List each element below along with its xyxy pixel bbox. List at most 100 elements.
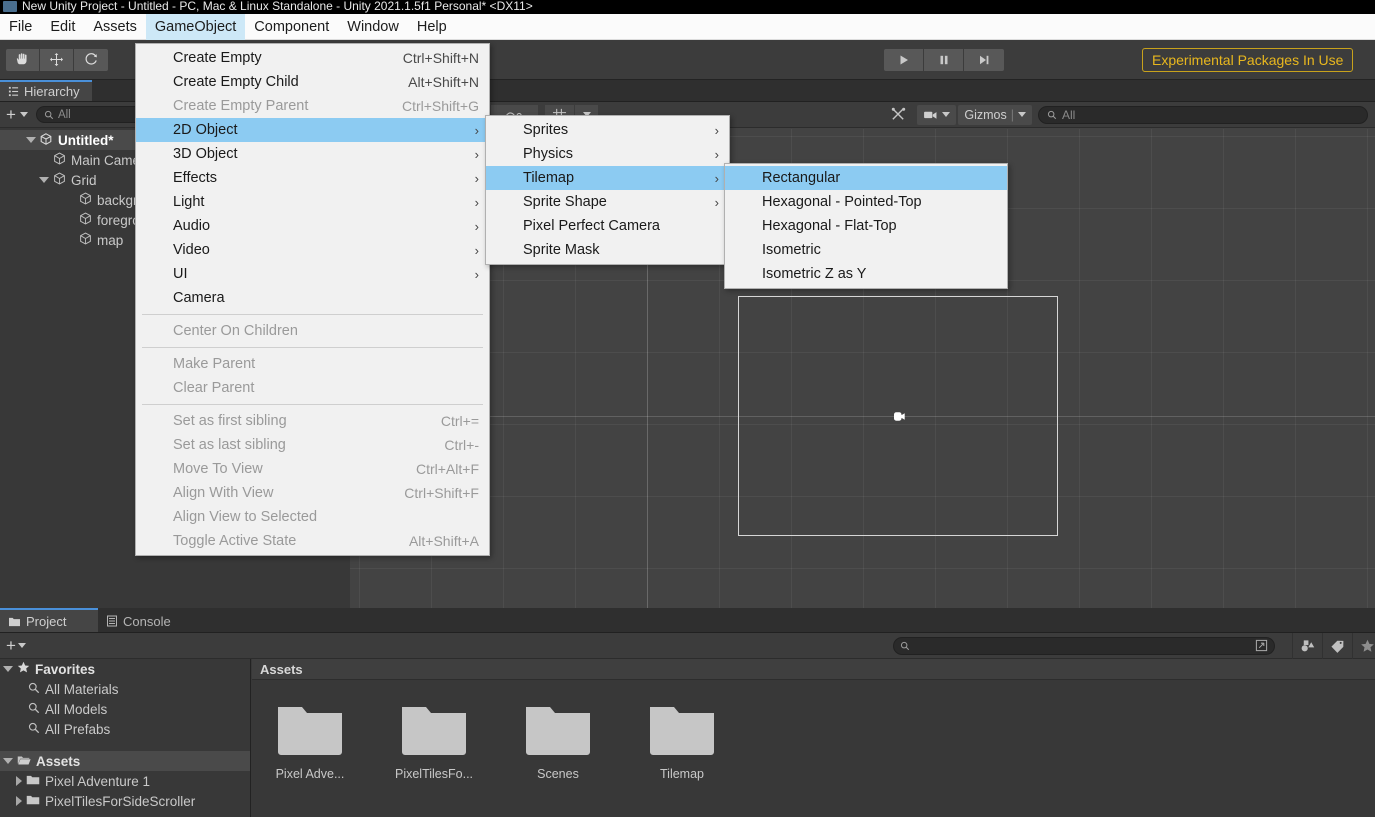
menu-item-label: Physics bbox=[523, 146, 573, 162]
menu-item-physics[interactable]: Physics › bbox=[486, 142, 729, 166]
disclosure-triangle-icon[interactable] bbox=[26, 137, 36, 143]
menu-item-create-empty[interactable]: Create Empty Ctrl+Shift+N bbox=[136, 46, 489, 70]
gameobject-menu: Create Empty Ctrl+Shift+N Create Empty C… bbox=[135, 43, 490, 556]
project-tree-item-all-models[interactable]: All Models bbox=[0, 699, 250, 719]
disclosure-triangle-icon[interactable] bbox=[39, 177, 49, 183]
menu-item-label: Isometric Z as Y bbox=[762, 266, 867, 282]
submenu-arrow-icon: › bbox=[474, 218, 479, 234]
project-tree-item-pixel-adventure-1[interactable]: Pixel Adventure 1 bbox=[0, 771, 250, 791]
tab-hierarchy[interactable]: Hierarchy bbox=[0, 80, 92, 101]
menu-item-label: Hexagonal - Flat-Top bbox=[762, 218, 897, 234]
asset-item[interactable]: PixelTilesFo... bbox=[390, 702, 478, 781]
project-tree-item-assets[interactable]: Assets bbox=[0, 751, 250, 771]
menubar-item-help[interactable]: Help bbox=[408, 14, 456, 40]
move-tool-icon[interactable] bbox=[40, 48, 74, 71]
rotate-tool-icon[interactable] bbox=[74, 48, 108, 71]
project-tree-item-all-prefabs[interactable]: All Prefabs bbox=[0, 719, 250, 739]
menu-item-label: Move To View bbox=[173, 461, 263, 477]
search-icon bbox=[44, 110, 54, 119]
folder-icon bbox=[9, 617, 20, 626]
tab-project[interactable]: Project bbox=[0, 608, 98, 632]
step-button[interactable] bbox=[964, 48, 1004, 71]
menu-item-shortcut: Ctrl+= bbox=[440, 413, 479, 429]
chevron-down-icon[interactable] bbox=[19, 112, 28, 117]
project-tag-filter-icon[interactable] bbox=[1322, 632, 1352, 659]
menu-item-2d-object[interactable]: 2D Object › bbox=[136, 118, 489, 142]
project-tree-item-pixeltilesforsidescroller[interactable]: PixelTilesForSideScroller bbox=[0, 791, 250, 811]
menubar-item-component[interactable]: Component bbox=[245, 14, 338, 40]
menu-bar: File Edit Assets GameObject Component Wi… bbox=[0, 13, 1375, 40]
unity-scene-icon bbox=[39, 132, 53, 149]
menubar-item-edit[interactable]: Edit bbox=[41, 14, 84, 40]
menu-item-audio[interactable]: Audio › bbox=[136, 214, 489, 238]
menu-item-tilemap[interactable]: Tilemap › bbox=[486, 166, 729, 190]
folder-icon bbox=[650, 707, 714, 755]
menu-item-isometric[interactable]: Isometric bbox=[725, 238, 1007, 262]
menu-separator bbox=[142, 347, 483, 348]
menu-item-label: Toggle Active State bbox=[173, 533, 297, 549]
experimental-packages-badge[interactable]: Experimental Packages In Use bbox=[1142, 48, 1354, 72]
project-tree-item-favorites[interactable]: Favorites bbox=[0, 659, 250, 679]
menubar-item-gameobject[interactable]: GameObject bbox=[145, 13, 246, 40]
menu-item-light[interactable]: Light › bbox=[136, 190, 489, 214]
star-icon bbox=[17, 661, 30, 677]
console-icon bbox=[107, 615, 117, 627]
asset-item[interactable]: Pixel Adve... bbox=[266, 702, 354, 781]
menu-item-rectangular[interactable]: Rectangular bbox=[725, 166, 1007, 190]
scene-tools-icon[interactable] bbox=[881, 104, 918, 125]
collapsed-triangle-icon[interactable] bbox=[16, 796, 22, 806]
scene-gizmos-dropdown[interactable]: Gizmos | bbox=[958, 104, 1032, 125]
menu-item-sprite-mask[interactable]: Sprite Mask bbox=[486, 238, 729, 262]
menu-item-shortcut: Ctrl+Shift+F bbox=[404, 485, 479, 501]
menu-item-label: 3D Object bbox=[173, 146, 238, 162]
hierarchy-create-button[interactable]: + bbox=[4, 106, 18, 123]
disclosure-triangle-icon[interactable] bbox=[3, 666, 13, 672]
project-shapes-filter-icon[interactable] bbox=[1292, 632, 1322, 659]
submenu-arrow-icon: › bbox=[714, 170, 719, 186]
menu-item-effects[interactable]: Effects › bbox=[136, 166, 489, 190]
camera-icon bbox=[924, 111, 937, 119]
menu-item-sprite-shape[interactable]: Sprite Shape › bbox=[486, 190, 729, 214]
camera-gizmo-icon[interactable] bbox=[891, 410, 907, 423]
expand-search-icon[interactable] bbox=[1255, 639, 1268, 652]
scene-camera-dropdown[interactable] bbox=[917, 104, 957, 125]
project-search-input[interactable] bbox=[893, 636, 1275, 655]
menu-item-isometric-z-as-y[interactable]: Isometric Z as Y bbox=[725, 262, 1007, 286]
gameobject-cube-icon bbox=[78, 231, 93, 249]
project-tree-item-all-materials[interactable]: All Materials bbox=[0, 679, 250, 699]
asset-item[interactable]: Scenes bbox=[514, 702, 602, 781]
gameobject-cube-icon bbox=[52, 171, 67, 189]
scene-search-input[interactable]: All bbox=[1038, 105, 1368, 124]
menu-item-label: Sprites bbox=[523, 122, 569, 138]
menu-item-pixel-perfect-camera[interactable]: Pixel Perfect Camera bbox=[486, 214, 729, 238]
menu-item-sprites[interactable]: Sprites › bbox=[486, 118, 729, 142]
menu-item-label: Align View to Selected bbox=[173, 509, 318, 525]
menu-item-label: Center On Children bbox=[173, 323, 298, 339]
collapsed-triangle-icon[interactable] bbox=[16, 776, 22, 786]
menu-item-video[interactable]: Video › bbox=[136, 238, 489, 262]
menubar-item-file[interactable]: File bbox=[0, 14, 41, 40]
menu-item-ui[interactable]: UI › bbox=[136, 262, 489, 286]
menu-item-hexagonal-pointed-top[interactable]: Hexagonal - Pointed-Top bbox=[725, 190, 1007, 214]
project-favorites-filter-icon[interactable] bbox=[1352, 632, 1375, 659]
menu-item-create-empty-child[interactable]: Create Empty Child Alt+Shift+N bbox=[136, 70, 489, 94]
menubar-item-assets[interactable]: Assets bbox=[84, 14, 146, 40]
chevron-down-icon[interactable] bbox=[17, 643, 26, 648]
menu-item-clear-parent: Clear Parent bbox=[136, 376, 489, 400]
menu-item-3d-object[interactable]: 3D Object › bbox=[136, 142, 489, 166]
project-tree-item-label: All Materials bbox=[45, 681, 119, 697]
tab-console[interactable]: Console bbox=[98, 608, 196, 632]
asset-item[interactable]: Tilemap bbox=[638, 702, 726, 781]
play-button[interactable] bbox=[884, 48, 924, 71]
hierarchy-search-placeholder: All bbox=[57, 108, 71, 121]
menu-item-label: Tilemap bbox=[523, 170, 575, 186]
open-folder-icon bbox=[17, 754, 31, 769]
disclosure-triangle-icon[interactable] bbox=[3, 758, 13, 764]
pause-button[interactable] bbox=[924, 48, 964, 71]
menubar-item-window[interactable]: Window bbox=[338, 14, 408, 40]
menu-item-hexagonal-flat-top[interactable]: Hexagonal - Flat-Top bbox=[725, 214, 1007, 238]
project-create-button[interactable]: + bbox=[4, 637, 18, 654]
menu-item-camera[interactable]: Camera bbox=[136, 286, 489, 310]
menu-item-set-as-first-sibling: Set as first sibling Ctrl+= bbox=[136, 409, 489, 433]
hand-tool-icon[interactable] bbox=[6, 48, 40, 71]
